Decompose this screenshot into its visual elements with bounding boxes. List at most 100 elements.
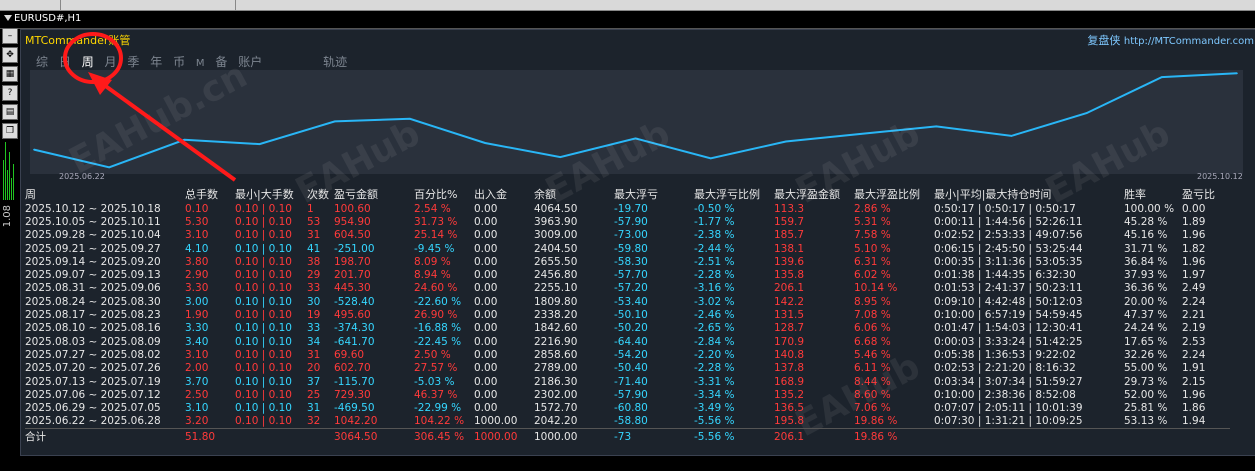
- max-profit-pct-cell: 2.86 %: [854, 202, 891, 215]
- trade-count-cell: 31: [307, 402, 321, 415]
- grid-icon[interactable]: ▦: [2, 66, 18, 82]
- tab-year[interactable]: 年: [150, 53, 162, 70]
- grid2-icon[interactable]: ▤: [2, 104, 18, 120]
- app-title-suffix: 账管: [108, 34, 131, 47]
- pnl-percent-cell: 27.57 %: [414, 362, 458, 375]
- brand-link[interactable]: 复盘侠 http://MTCommander.com: [1087, 32, 1254, 48]
- total-lots-cell: 4.10: [185, 242, 209, 255]
- tab-summary[interactable]: 综: [36, 53, 48, 70]
- table-row[interactable]: 2025.09.07 ~ 2025.09.13 2.90 0.10 | 0.10 29…: [25, 268, 1230, 281]
- col-header[interactable]: 最小|大手数: [235, 186, 307, 202]
- win-rate-cell: 31.71 %: [1124, 242, 1168, 255]
- table-row[interactable]: 2025.08.17 ~ 2025.08.23 1.90 0.10 | 0.10 19…: [25, 308, 1230, 321]
- max-profit-cell: 168.9: [774, 375, 805, 388]
- table-row[interactable]: 2025.08.24 ~ 2025.08.30 3.00 0.10 | 0.10 30…: [25, 295, 1230, 308]
- hold-time-cell: 0:02:53 | 2:21:20 | 8:16:32: [934, 362, 1076, 375]
- balance-cell: 2186.30: [534, 375, 578, 388]
- max-profit-cell: 138.1: [774, 242, 805, 255]
- app-title: MTCommander账管: [25, 32, 130, 48]
- max-drawdown-cell: -50.20: [614, 322, 648, 335]
- chart-window-title: EURUSD#,H1: [0, 11, 1255, 29]
- help-icon[interactable]: ?: [2, 85, 18, 101]
- tab-track[interactable]: 轨迹: [323, 53, 347, 70]
- top-bar-segment: [0, 0, 61, 10]
- trade-count-cell: 41: [307, 242, 321, 255]
- pnl-percent-cell: -22.60 %: [414, 295, 462, 308]
- toolbar-column: – ✥ ▦ ? ▤ ❐: [2, 28, 18, 142]
- col-header[interactable]: 次数: [307, 186, 334, 202]
- hold-time-cell: 0:03:34 | 3:07:34 | 51:59:27: [934, 375, 1083, 388]
- pnl-amount-cell: 729.30: [334, 388, 371, 401]
- pnl-amount-cell: 602.70: [334, 362, 371, 375]
- table-row[interactable]: 2025.08.03 ~ 2025.08.09 3.40 0.10 | 0.10 34…: [25, 335, 1230, 348]
- col-header[interactable]: 最大浮亏: [614, 186, 694, 202]
- summary-empty: [307, 428, 334, 445]
- min-max-lots-cell: 0.10 | 0.10: [235, 388, 292, 401]
- table-row[interactable]: 2025.07.13 ~ 2025.07.19 3.70 0.10 | 0.10 37…: [25, 375, 1230, 388]
- table-row[interactable]: 2025.09.28 ~ 2025.10.04 3.10 0.10 | 0.10 31…: [25, 229, 1230, 242]
- col-header[interactable]: 最大浮盈金额: [774, 186, 854, 202]
- balance-cell: 3009.00: [534, 229, 578, 242]
- tab-notes[interactable]: 备: [215, 53, 227, 70]
- terminal-top-bar: [0, 0, 1255, 11]
- max-profit-cell: 135.8: [774, 269, 805, 282]
- table-row[interactable]: 2025.08.31 ~ 2025.09.06 3.30 0.10 | 0.10 33…: [25, 282, 1230, 295]
- table-row[interactable]: 2025.07.20 ~ 2025.07.26 2.00 0.10 | 0.10 20…: [25, 362, 1230, 375]
- max-profit-cell: 170.9: [774, 335, 805, 348]
- tab-account[interactable]: 账户: [238, 53, 262, 70]
- pnl-percent-cell: -5.03 %: [414, 375, 455, 388]
- col-header[interactable]: 百分比%: [414, 186, 474, 202]
- week-range-cell: 2025.08.24 ~ 2025.08.30: [25, 295, 161, 308]
- max-drawdown-pct-cell: -2.65 %: [694, 322, 735, 335]
- col-header[interactable]: 余额: [534, 186, 614, 202]
- table-row[interactable]: 2025.07.06 ~ 2025.07.12 2.50 0.10 | 0.10 25…: [25, 388, 1230, 401]
- col-header[interactable]: 最大浮盈比例: [854, 186, 934, 202]
- table-row[interactable]: 2025.06.29 ~ 2025.07.05 3.10 0.10 | 0.10 31…: [25, 401, 1230, 414]
- balance-cell: 1842.60: [534, 322, 578, 335]
- hold-time-cell: 0:02:52 | 2:53:33 | 49:07:56: [934, 229, 1083, 242]
- total-lots-cell: 3.80: [185, 255, 209, 268]
- pnl-amount-cell: 69.60: [334, 348, 365, 361]
- trade-count-cell: 31: [307, 348, 321, 361]
- col-header[interactable]: 胜率: [1124, 186, 1182, 202]
- table-row[interactable]: 2025.09.14 ~ 2025.09.20 3.80 0.10 | 0.10 38…: [25, 255, 1230, 268]
- table-row[interactable]: 2025.09.21 ~ 2025.09.27 4.10 0.10 | 0.10 41…: [25, 242, 1230, 255]
- tab-week[interactable]: 周: [82, 53, 94, 70]
- col-header[interactable]: 盈亏金额: [334, 186, 414, 202]
- chevron-down-icon[interactable]: [4, 15, 12, 21]
- brand-url[interactable]: http://MTCommander.com: [1124, 36, 1254, 47]
- win-rate-cell: 47.37 %: [1124, 309, 1168, 322]
- chart-end-date: 2025.10.12: [1197, 172, 1243, 181]
- minus-icon[interactable]: –: [2, 28, 18, 44]
- col-header[interactable]: 最大浮亏比例: [694, 186, 774, 202]
- week-range-cell: 2025.08.10 ~ 2025.08.16: [25, 322, 161, 335]
- week-range-cell: 2025.08.03 ~ 2025.08.09: [25, 335, 161, 348]
- col-header[interactable]: 最小|平均|最大持仓时间: [934, 186, 1124, 202]
- table-row[interactable]: 2025.08.10 ~ 2025.08.16 3.30 0.10 | 0.10 33…: [25, 322, 1230, 335]
- max-profit-pct-cell: 10.14 %: [854, 282, 898, 295]
- col-header[interactable]: 出入金: [474, 186, 534, 202]
- copy-icon[interactable]: ❐: [2, 123, 18, 139]
- pnl-amount-cell: 604.50: [334, 229, 371, 242]
- table-row[interactable]: 2025.06.22 ~ 2025.06.28 3.20 0.10 | 0.10 32…: [25, 415, 1230, 429]
- hold-time-cell: 0:50:17 | 0:50:17 | 0:50:17: [934, 202, 1076, 215]
- col-header[interactable]: 周: [25, 186, 185, 202]
- tab-currency[interactable]: 币: [173, 53, 185, 70]
- hold-time-cell: 0:10:00 | 6:57:19 | 54:59:45: [934, 309, 1083, 322]
- balance-point: [634, 137, 637, 140]
- win-rate-cell: 36.36 %: [1124, 282, 1168, 295]
- total-lots-cell: 3.10: [185, 348, 209, 361]
- hold-time-cell: 0:09:10 | 4:42:48 | 50:12:03: [934, 295, 1083, 308]
- deposit-withdraw-cell: 0.00: [474, 269, 498, 282]
- table-row[interactable]: 2025.10.12 ~ 2025.10.18 0.10 0.10 | 0.10 1 1…: [25, 202, 1230, 215]
- col-header[interactable]: 盈亏比: [1182, 186, 1230, 202]
- tab-quarter[interactable]: 季: [127, 53, 139, 70]
- tab-day[interactable]: 日: [59, 53, 71, 70]
- col-header[interactable]: 总手数: [185, 186, 235, 202]
- tab-magic[interactable]: M: [196, 58, 205, 69]
- tab-month[interactable]: 月: [105, 53, 117, 70]
- table-row[interactable]: 2025.10.05 ~ 2025.10.11 5.30 0.10 | 0.10 53…: [25, 215, 1230, 228]
- table-row[interactable]: 2025.07.27 ~ 2025.08.02 3.10 0.10 | 0.10 31…: [25, 348, 1230, 361]
- pnl-amount-cell: -641.70: [334, 335, 375, 348]
- move-icon[interactable]: ✥: [2, 47, 18, 63]
